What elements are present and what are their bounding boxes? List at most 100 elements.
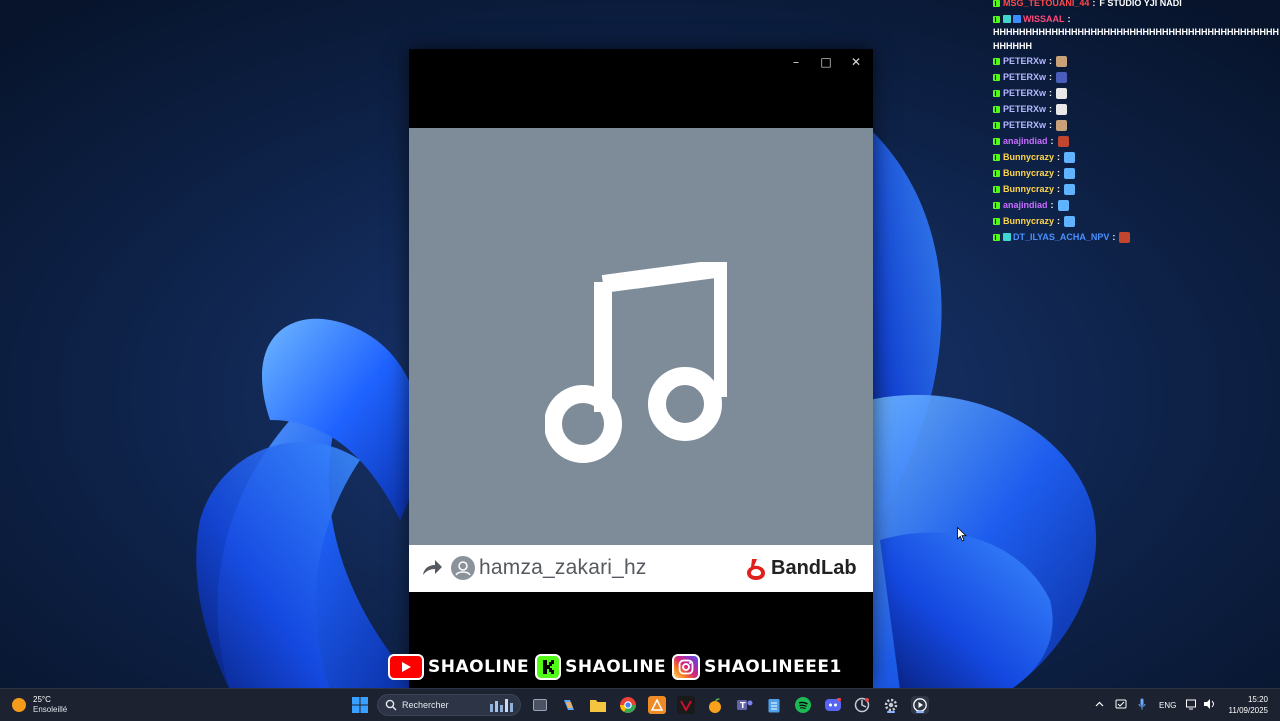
share-icon[interactable]: [421, 557, 443, 579]
v-app-icon: [680, 700, 692, 711]
chat-username[interactable]: PETERXw: [1003, 69, 1046, 85]
app-orange-button[interactable]: [648, 696, 666, 714]
discord-button[interactable]: [824, 696, 842, 714]
emote-red-icon: [1057, 135, 1069, 147]
kick-badge-icon: [993, 185, 1000, 193]
chat-username[interactable]: Bunnycrazy: [1003, 181, 1054, 197]
chat-message-header: DT_ILYAS_ACHA_NPV:: [993, 229, 1280, 245]
search-icon: [385, 699, 397, 711]
chevron-up-icon[interactable]: [1095, 701, 1104, 707]
close-button[interactable]: ✕: [841, 51, 871, 73]
chat-text: HHHHHHHHHHHHHHHHHHHHHHHHHHHHHHHHHHHHHHHH…: [993, 27, 1279, 51]
chat-username[interactable]: anajindiad: [1003, 197, 1048, 213]
media-player-button[interactable]: [911, 696, 929, 714]
chat-message-header: PETERXw:: [993, 85, 1280, 101]
avatar[interactable]: [451, 556, 475, 580]
app-gray-button[interactable]: [853, 696, 871, 714]
minimize-button[interactable]: –: [781, 51, 811, 73]
file-explorer-button[interactable]: [589, 696, 607, 714]
notepad-button[interactable]: [765, 696, 783, 714]
chat-message-header: Bunnycrazy:: [993, 213, 1280, 229]
search-input[interactable]: Rechercher: [377, 694, 521, 716]
chat-message: Bunnycrazy:: [993, 149, 1280, 165]
chat-username[interactable]: Bunnycrazy: [1003, 149, 1054, 165]
chat-separator: :: [1049, 120, 1053, 130]
network-icon[interactable]: [1186, 698, 1198, 710]
circle-app-icon: [854, 697, 870, 713]
chat-message: anajindiad:: [993, 133, 1280, 149]
clock-time[interactable]: 15:20: [1248, 695, 1268, 704]
sync-icon[interactable]: [1115, 698, 1127, 710]
settings-button[interactable]: [882, 696, 900, 714]
volume-icon[interactable]: [1203, 698, 1216, 710]
youtube-handle: SHAOLINE: [427, 656, 530, 678]
weather-widget[interactable]: 25°C Ensoleillé: [12, 695, 67, 715]
task-view-button[interactable]: [531, 696, 549, 714]
chat-username[interactable]: MSG_TETOUANI_44: [1003, 0, 1089, 11]
album-artwork: [409, 128, 873, 545]
kick-badge-icon: [993, 153, 1000, 161]
taskbar: 25°C Ensoleillé Rechercher T ENG 15:20 1…: [0, 688, 1280, 721]
chat-username[interactable]: DT_ILYAS_ACHA_NPV: [1013, 229, 1109, 245]
media-player-window[interactable]: – □ ✕ hamza_zakari_hz BandLab: [409, 49, 873, 689]
discord-icon: [825, 698, 841, 711]
emote-bird-icon: [1057, 199, 1069, 211]
fruit-icon: [709, 698, 721, 713]
fl-studio-button[interactable]: [706, 696, 724, 714]
search-placeholder: Rechercher: [402, 700, 449, 710]
language-indicator[interactable]: ENG: [1159, 701, 1176, 710]
youtube-social: SHAOLINE: [388, 654, 530, 680]
username-label[interactable]: hamza_zakari_hz: [479, 556, 647, 580]
chat-separator: :: [1049, 56, 1053, 66]
clock-date[interactable]: 11/09/2025: [1229, 706, 1268, 715]
emote-face-icon: [1056, 55, 1068, 67]
chat-username[interactable]: PETERXw: [1003, 53, 1046, 69]
kick-badge-icon: [993, 57, 1000, 65]
instagram-icon: [672, 654, 701, 680]
chat-message: PETERXw:: [993, 117, 1280, 133]
copilot-icon: [564, 700, 574, 710]
chat-username[interactable]: Bunnycrazy: [1003, 165, 1054, 181]
chat-username[interactable]: Bunnycrazy: [1003, 213, 1054, 229]
youtube-icon: [388, 654, 424, 680]
music-note-icon: [545, 262, 727, 463]
kick-badge-icon: [993, 105, 1000, 113]
teams-button[interactable]: T: [736, 696, 754, 714]
maximize-button[interactable]: □: [811, 51, 841, 73]
chat-username[interactable]: PETERXw: [1003, 101, 1046, 117]
chat-message-header: PETERXw:: [993, 101, 1280, 117]
chat-username[interactable]: anajindiad: [1003, 133, 1048, 149]
chat-message: PETERXw:: [993, 101, 1280, 117]
chat-message-header: PETERXw:: [993, 53, 1280, 69]
bandlab-brand-label: BandLab: [771, 557, 857, 579]
copilot-button[interactable]: [560, 696, 578, 714]
chat-username[interactable]: PETERXw: [1003, 117, 1046, 133]
app-red-button[interactable]: [677, 696, 695, 714]
active-indicator: [887, 711, 895, 713]
kick-badge-icon: [993, 0, 1000, 7]
kick-badge-icon: [993, 217, 1000, 225]
start-button[interactable]: [351, 696, 369, 714]
kick-social: SHAOLINE: [535, 654, 667, 680]
active-indicator: [916, 711, 924, 713]
teams-icon: T: [737, 700, 753, 710]
weather-description: Ensoleillé: [33, 705, 68, 714]
emote-bird-icon: [1064, 167, 1076, 179]
chat-username[interactable]: PETERXw: [1003, 85, 1046, 101]
social-banner: SHAOLINE SHAOLINE SHAOLINEEE1: [388, 651, 894, 683]
chat-message-header: MSG_TETOUANI_44: F STUDIO YJI NADI: [993, 0, 1280, 11]
chat-message: MSG_TETOUANI_44: F STUDIO YJI NADI: [993, 0, 1280, 11]
spotify-button[interactable]: [794, 696, 812, 714]
chrome-button[interactable]: [619, 696, 637, 714]
chat-separator: :: [1049, 88, 1053, 98]
chat-message-header: Bunnycrazy:: [993, 165, 1280, 181]
notepad-icon: [768, 698, 780, 712]
spotify-icon: [795, 697, 811, 713]
chat-message: DT_ILYAS_ACHA_NPV:: [993, 229, 1280, 245]
chat-message-header: PETERXw:: [993, 69, 1280, 85]
chat-overlay: MSG_TETOUANI_44: F STUDIO YJI NADI WISSAAL…: [993, 0, 1280, 245]
microphone-icon[interactable]: [1138, 698, 1146, 710]
chat-separator: :: [1049, 72, 1053, 82]
chat-message-header: PETERXw:: [993, 117, 1280, 133]
instagram-handle: SHAOLINEEE1: [703, 656, 842, 678]
